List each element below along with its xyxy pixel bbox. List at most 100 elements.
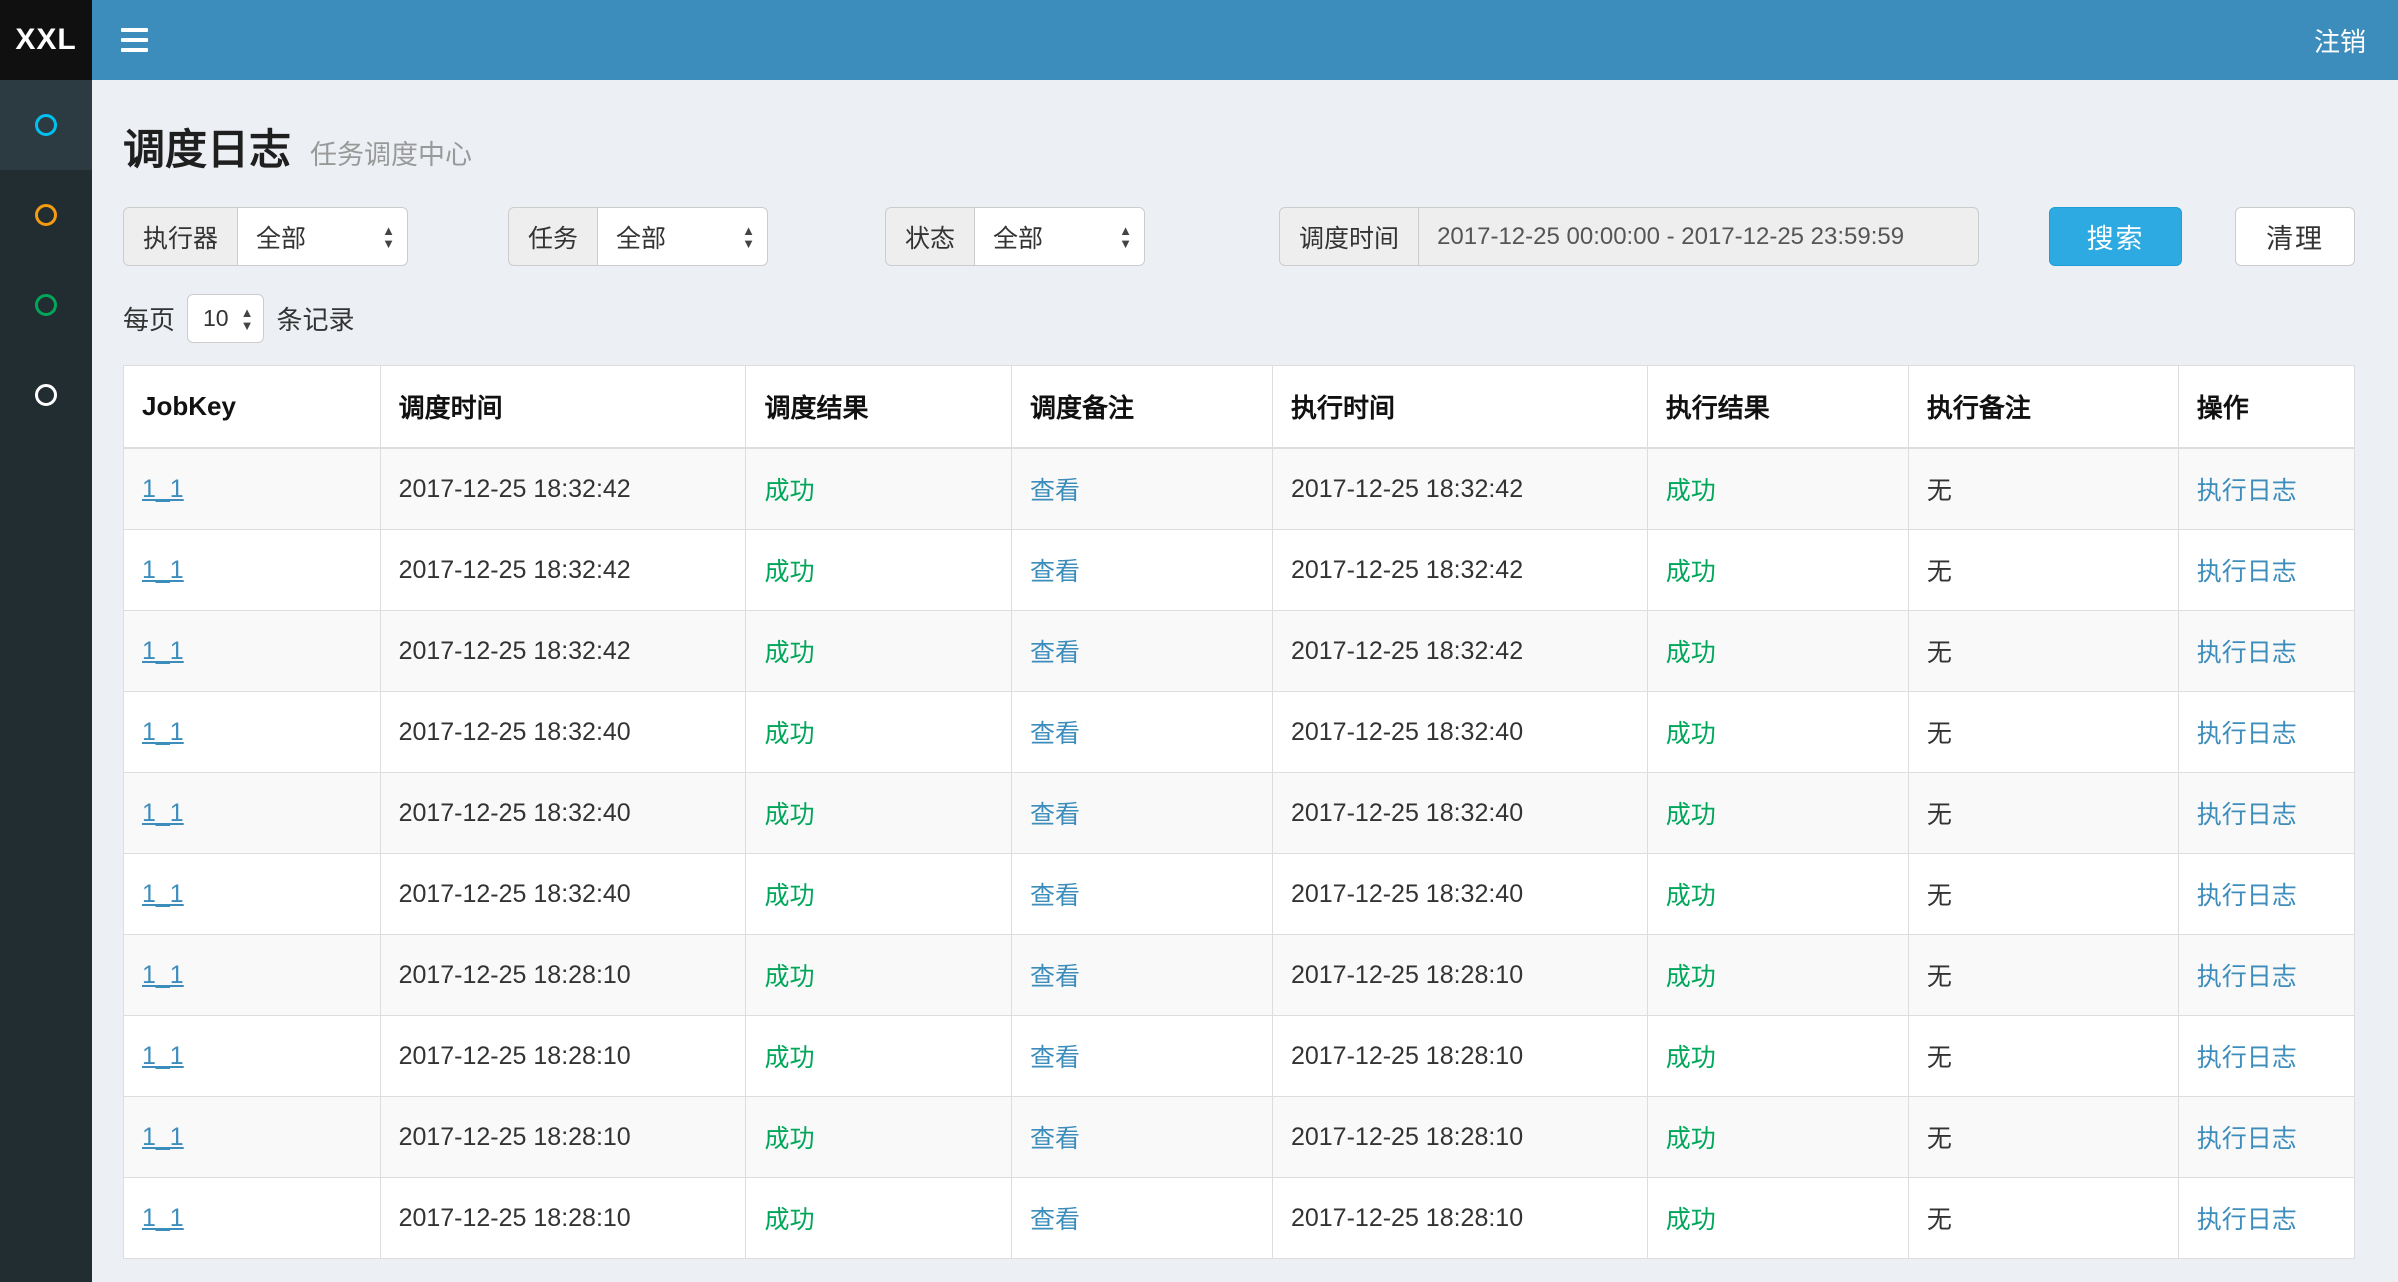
trigger-msg-link[interactable]: 查看 <box>1030 1206 1080 1234</box>
jobkey-link[interactable]: 1_1 <box>142 880 184 908</box>
app-logo: XXL <box>0 0 92 80</box>
sidebar-item-job-manage[interactable] <box>0 170 92 260</box>
trigger-msg-cell: 查看 <box>1011 1016 1272 1097</box>
handle-msg-cell: 无 <box>1908 773 2178 854</box>
table-row: 1_1 2017-12-25 18:32:40 成功 查看 2017-12-25… <box>124 692 2355 773</box>
trigger-result-cell: 成功 <box>746 1016 1011 1097</box>
jobkey-cell: 1_1 <box>124 773 381 854</box>
handle-time-cell: 2017-12-25 18:32:40 <box>1272 692 1647 773</box>
jobkey-link[interactable]: 1_1 <box>142 799 184 827</box>
column-header-handle-time: 执行时间 <box>1272 366 1647 449</box>
handle-msg-cell: 无 <box>1908 530 2178 611</box>
trigger-msg-cell: 查看 <box>1011 448 1272 530</box>
trigger-msg-link[interactable]: 查看 <box>1030 963 1080 991</box>
trigger-msg-link[interactable]: 查看 <box>1030 639 1080 667</box>
search-button[interactable]: 搜索 <box>2049 207 2182 266</box>
trigger-msg-link[interactable]: 查看 <box>1030 720 1080 748</box>
trigger-msg-link[interactable]: 查看 <box>1030 1044 1080 1072</box>
trigger-result-cell: 成功 <box>746 773 1011 854</box>
executor-select[interactable]: 全部 ▲▼ <box>238 207 408 266</box>
action-cell: 执行日志 <box>2178 1178 2354 1259</box>
status-select[interactable]: 全部 ▲▼ <box>975 207 1145 266</box>
jobkey-link[interactable]: 1_1 <box>142 961 184 989</box>
jobkey-cell: 1_1 <box>124 854 381 935</box>
select-spinner-icon: ▲▼ <box>354 224 395 250</box>
trigger-time-range-input[interactable] <box>1419 207 1979 266</box>
job-manage-circle-icon <box>35 204 57 226</box>
trigger-msg-link[interactable]: 查看 <box>1030 477 1080 505</box>
trigger-msg-link[interactable]: 查看 <box>1030 801 1080 829</box>
page-header: 调度日志 任务调度中心 <box>123 104 2355 195</box>
executor-manage-circle-icon <box>35 384 57 406</box>
top-navbar: XXL 注销 <box>0 0 2398 80</box>
jobkey-link[interactable]: 1_1 <box>142 1042 184 1070</box>
jobkey-link[interactable]: 1_1 <box>142 556 184 584</box>
trigger-msg-link[interactable]: 查看 <box>1030 558 1080 586</box>
handle-result-cell: 成功 <box>1647 935 1908 1016</box>
handle-msg-cell: 无 <box>1908 1097 2178 1178</box>
jobkey-cell: 1_1 <box>124 1178 381 1259</box>
jobkey-link[interactable]: 1_1 <box>142 637 184 665</box>
trigger-result-cell: 成功 <box>746 1097 1011 1178</box>
exec-log-link[interactable]: 执行日志 <box>2197 558 2297 586</box>
handle-time-cell: 2017-12-25 18:28:10 <box>1272 935 1647 1016</box>
select-spinner-icon: ▲▼ <box>229 306 254 332</box>
sidebar-item-job-log[interactable] <box>0 260 92 350</box>
action-cell: 执行日志 <box>2178 854 2354 935</box>
clear-button[interactable]: 清理 <box>2235 207 2355 266</box>
trigger-result-cell: 成功 <box>746 1178 1011 1259</box>
trigger-msg-cell: 查看 <box>1011 935 1272 1016</box>
jobkey-cell: 1_1 <box>124 448 381 530</box>
action-cell: 执行日志 <box>2178 773 2354 854</box>
jobkey-link[interactable]: 1_1 <box>142 1204 184 1232</box>
sidebar-item-dashboard[interactable] <box>0 80 92 170</box>
trigger-msg-cell: 查看 <box>1011 1097 1272 1178</box>
table-row: 1_1 2017-12-25 18:28:10 成功 查看 2017-12-25… <box>124 1016 2355 1097</box>
trigger-msg-cell: 查看 <box>1011 1178 1272 1259</box>
exec-log-link[interactable]: 执行日志 <box>2197 1206 2297 1234</box>
jobkey-cell: 1_1 <box>124 1016 381 1097</box>
page-length-select[interactable]: 10 ▲▼ <box>187 294 264 343</box>
jobkey-link[interactable]: 1_1 <box>142 1123 184 1151</box>
jobkey-cell: 1_1 <box>124 530 381 611</box>
action-cell: 执行日志 <box>2178 448 2354 530</box>
exec-log-link[interactable]: 执行日志 <box>2197 1125 2297 1153</box>
job-select[interactable]: 全部 ▲▼ <box>598 207 768 266</box>
exec-log-link[interactable]: 执行日志 <box>2197 477 2297 505</box>
column-header-handle-msg: 执行备注 <box>1908 366 2178 449</box>
trigger-result-cell: 成功 <box>746 448 1011 530</box>
trigger-msg-link[interactable]: 查看 <box>1030 882 1080 910</box>
handle-msg-cell: 无 <box>1908 448 2178 530</box>
exec-log-link[interactable]: 执行日志 <box>2197 720 2297 748</box>
sidebar-toggle-button[interactable] <box>92 0 176 80</box>
trigger-msg-link[interactable]: 查看 <box>1030 1125 1080 1153</box>
action-cell: 执行日志 <box>2178 1097 2354 1178</box>
handle-time-cell: 2017-12-25 18:32:40 <box>1272 854 1647 935</box>
handle-msg-cell: 无 <box>1908 935 2178 1016</box>
jobkey-cell: 1_1 <box>124 692 381 773</box>
handle-result-cell: 成功 <box>1647 1178 1908 1259</box>
executor-filter-group: 执行器 全部 ▲▼ <box>123 207 408 266</box>
trigger-msg-cell: 查看 <box>1011 854 1272 935</box>
exec-log-link[interactable]: 执行日志 <box>2197 801 2297 829</box>
exec-log-link[interactable]: 执行日志 <box>2197 882 2297 910</box>
handle-time-cell: 2017-12-25 18:32:42 <box>1272 530 1647 611</box>
jobkey-link[interactable]: 1_1 <box>142 718 184 746</box>
logout-link[interactable]: 注销 <box>2314 22 2366 59</box>
log-table-header-row: JobKey 调度时间 调度结果 调度备注 执行时间 执行结果 执行备注 操作 <box>124 366 2355 449</box>
trigger-time-cell: 2017-12-25 18:32:42 <box>380 448 746 530</box>
sidebar-item-executor-manage[interactable] <box>0 350 92 440</box>
job-select-value: 全部 <box>616 219 666 255</box>
column-header-jobkey: JobKey <box>124 366 381 449</box>
exec-log-link[interactable]: 执行日志 <box>2197 963 2297 991</box>
exec-log-link[interactable]: 执行日志 <box>2197 1044 2297 1072</box>
status-filter-group: 状态 全部 ▲▼ <box>885 207 1145 266</box>
jobkey-link[interactable]: 1_1 <box>142 475 184 503</box>
log-table: JobKey 调度时间 调度结果 调度备注 执行时间 执行结果 执行备注 操作 … <box>123 365 2355 1259</box>
trigger-time-filter-group: 调度时间 <box>1279 207 1979 266</box>
trigger-time-cell: 2017-12-25 18:28:10 <box>380 1097 746 1178</box>
exec-log-link[interactable]: 执行日志 <box>2197 639 2297 667</box>
sidebar-menu <box>0 80 92 1282</box>
hamburger-icon <box>121 28 148 52</box>
trigger-result-cell: 成功 <box>746 692 1011 773</box>
